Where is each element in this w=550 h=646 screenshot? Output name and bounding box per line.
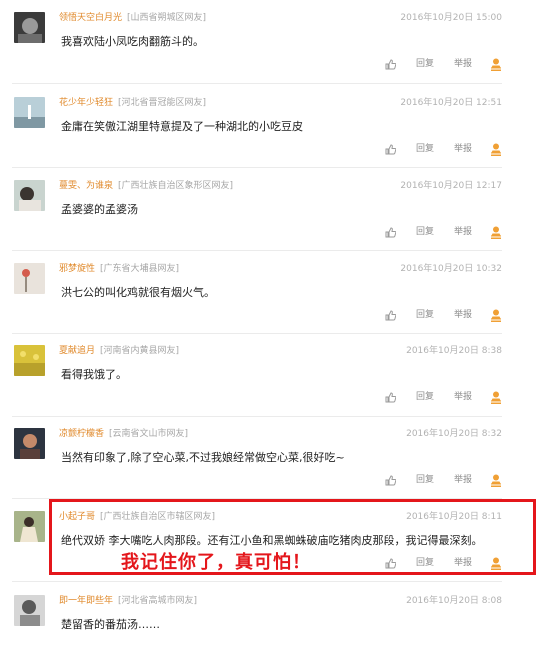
reply-button[interactable]: 回复	[416, 225, 434, 239]
user-location: [河南省内黄县网友]	[100, 346, 180, 356]
report-button[interactable]: 举报	[454, 308, 472, 322]
user-share-icon[interactable]	[490, 474, 502, 487]
reply-button[interactable]: 回复	[416, 142, 434, 156]
avatar[interactable]	[14, 345, 45, 376]
comment-text: 金庸在笑傲江湖里特意提及了一种湖北的小吃豆皮	[61, 120, 303, 133]
divider	[12, 416, 502, 417]
user-location: [广西壮族自治区象形区网友]	[118, 181, 234, 191]
avatar[interactable]	[14, 595, 45, 626]
comment-time: 2016年10月20日 8:08	[406, 596, 502, 606]
comment-meta: 夏献追月 [河南省内黄县网友]	[59, 344, 179, 358]
user-share-icon[interactable]	[490, 143, 502, 156]
comment-text: 当然有印象了,除了空心菜,不过我娘经常做空心菜,很好吃~	[61, 451, 345, 464]
comment-meta: 领悟天空白月光 [山西省朔城区网友]	[59, 11, 206, 25]
user-location: [山西省朔城区网友]	[127, 13, 207, 23]
divider	[12, 250, 502, 251]
divider	[12, 83, 502, 84]
report-button[interactable]: 举报	[454, 473, 472, 487]
comment-meta: 邪梦旋性 [广东省大埔县网友]	[59, 262, 179, 276]
comment-time: 2016年10月20日 12:51	[400, 98, 502, 108]
avatar[interactable]	[14, 511, 45, 542]
thumbs-up-icon[interactable]	[385, 143, 396, 155]
comment-actions: 回复 举报	[385, 142, 502, 156]
comment-text: 楚留香的番茄汤……	[61, 618, 160, 631]
thumbs-up-icon[interactable]	[385, 391, 396, 403]
comment-actions: 回复 举报	[385, 225, 502, 239]
comment-time: 2016年10月20日 15:00	[400, 13, 502, 23]
user-location: [广东省大埔县网友]	[100, 264, 180, 274]
comment-meta: 即一年即些年 [河北省高城市网友]	[59, 594, 197, 608]
report-button[interactable]: 举报	[454, 57, 472, 71]
comment-meta: 蔓雯、为谁泉 [广西壮族自治区象形区网友]	[59, 179, 233, 193]
divider	[12, 581, 502, 582]
comment-text: 看得我饿了。	[61, 368, 127, 381]
user-location: [河北省晋冠能区网友]	[118, 98, 207, 108]
reply-button[interactable]: 回复	[416, 57, 434, 71]
avatar[interactable]	[14, 263, 45, 294]
comment-time: 2016年10月20日 8:38	[406, 346, 502, 356]
username-link[interactable]: 即一年即些年	[59, 596, 113, 606]
reply-button[interactable]: 回复	[416, 308, 434, 322]
comment-actions: 回复 举报	[385, 473, 502, 487]
report-button[interactable]: 举报	[454, 142, 472, 156]
report-button[interactable]: 举报	[454, 225, 472, 239]
user-location: [河北省高城市网友]	[118, 596, 198, 606]
avatar[interactable]	[14, 428, 45, 459]
divider	[12, 167, 502, 168]
thumbs-up-icon[interactable]	[385, 309, 396, 321]
highlight-caption: 我记住你了，真可怕！	[121, 552, 311, 573]
divider	[12, 333, 502, 334]
username-link[interactable]: 花少年少轻狂	[59, 98, 113, 108]
username-link[interactable]: 凉颤柠檬香	[59, 429, 104, 439]
username-link[interactable]: 夏献追月	[59, 346, 95, 356]
username-link[interactable]: 领悟天空白月光	[59, 13, 122, 23]
comment-text: 孟婆婆的孟婆汤	[61, 203, 138, 216]
avatar[interactable]	[14, 180, 45, 211]
comment-meta: 花少年少轻狂 [河北省晋冠能区网友]	[59, 96, 206, 110]
user-share-icon[interactable]	[490, 58, 502, 71]
thumbs-up-icon[interactable]	[385, 474, 396, 486]
comment-text: 我喜欢陆小凤吃肉翻筋斗的。	[61, 35, 204, 48]
comment-time: 2016年10月20日 12:17	[400, 181, 502, 191]
comment-text: 洪七公的叫化鸡就很有烟火气。	[61, 286, 215, 299]
user-share-icon[interactable]	[490, 309, 502, 322]
comment-time: 2016年10月20日 8:32	[406, 429, 502, 439]
comment-actions: 回复 举报	[385, 390, 502, 404]
avatar[interactable]	[14, 97, 45, 128]
reply-button[interactable]: 回复	[416, 473, 434, 487]
report-button[interactable]: 举报	[454, 390, 472, 404]
avatar[interactable]	[14, 12, 45, 43]
comment-actions: 回复 举报	[385, 308, 502, 322]
thumbs-up-icon[interactable]	[385, 58, 396, 70]
user-location: [云南省文山市网友]	[109, 429, 189, 439]
username-link[interactable]: 蔓雯、为谁泉	[59, 181, 113, 191]
comment-time: 2016年10月20日 10:32	[400, 264, 502, 274]
thumbs-up-icon[interactable]	[385, 226, 396, 238]
username-link[interactable]: 邪梦旋性	[59, 264, 95, 274]
user-share-icon[interactable]	[490, 226, 502, 239]
comment-actions: 回复 举报	[385, 57, 502, 71]
comment-meta: 凉颤柠檬香 [云南省文山市网友]	[59, 427, 188, 441]
user-share-icon[interactable]	[490, 391, 502, 404]
reply-button[interactable]: 回复	[416, 390, 434, 404]
